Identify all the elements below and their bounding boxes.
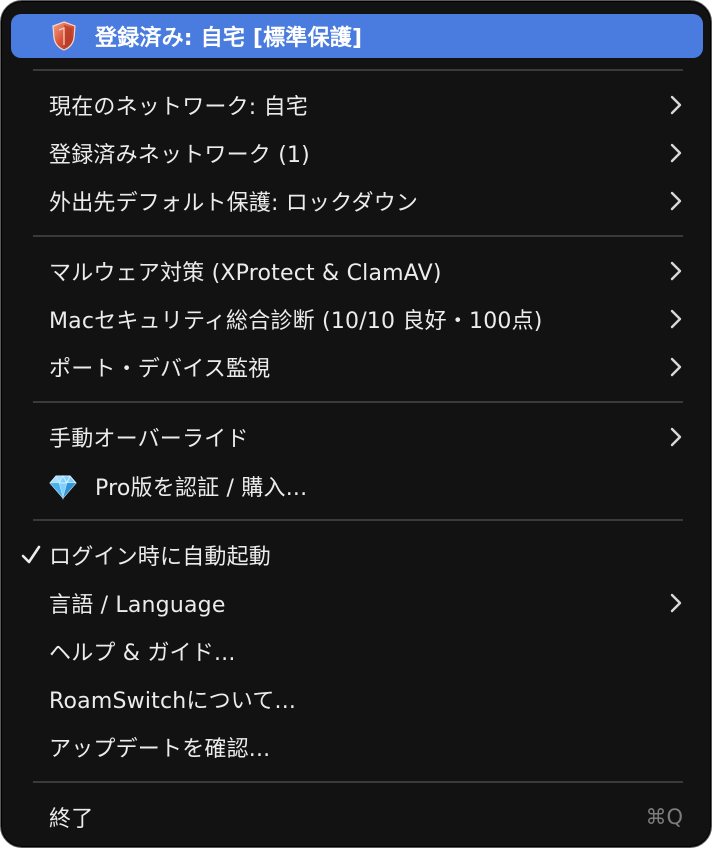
menu-item-quit[interactable]: 終了 ⌘Q xyxy=(11,795,703,839)
menu-item-label: アップデートを確認... xyxy=(49,737,271,762)
menu-item-label: 現在のネットワーク: 自宅 xyxy=(49,95,309,120)
menu-item-check-updates[interactable]: アップデートを確認... xyxy=(11,725,703,769)
menu-item-label: ポート・デバイス監視 xyxy=(49,357,271,382)
menu-item-label: 言語 / Language xyxy=(49,593,226,618)
chevron-right-icon xyxy=(670,593,682,613)
menu-item-port-device-monitor[interactable]: ポート・デバイス監視 xyxy=(11,345,703,389)
separator xyxy=(33,781,683,783)
menu-item-label: ヘルプ & ガイド... xyxy=(49,641,236,666)
chevron-right-icon xyxy=(670,427,682,447)
menu-item-label: Macセキュリティ総合診断 (10/10 良好・100点) xyxy=(49,309,543,334)
chevron-right-icon xyxy=(670,143,682,163)
chevron-right-icon xyxy=(670,191,682,211)
menu-item-malware-protection[interactable]: マルウェア対策 (XProtect & ClamAV) xyxy=(11,249,703,293)
separator xyxy=(33,519,683,521)
separator xyxy=(33,401,683,403)
menu-item-label: 外出先デフォルト保護: ロックダウン xyxy=(49,191,419,216)
menu-item-pro-purchase[interactable]: Pro版を認証 / 購入... xyxy=(11,464,703,508)
chevron-right-icon xyxy=(670,95,682,115)
separator xyxy=(33,69,683,71)
shield-icon xyxy=(52,21,76,51)
menu-item-about[interactable]: RoamSwitchについて... xyxy=(11,677,703,721)
menu-item-label: 終了 xyxy=(49,807,94,832)
chevron-right-icon xyxy=(670,357,682,377)
menu-item-security-diagnosis[interactable]: Macセキュリティ総合診断 (10/10 良好・100点) xyxy=(11,297,703,341)
status-menu: 登録済み: 自宅 [標準保護] 現在のネットワーク: 自宅 登録済みネットワーク… xyxy=(0,0,712,848)
chevron-right-icon xyxy=(670,261,682,281)
menu-item-manual-override[interactable]: 手動オーバーライド xyxy=(11,415,703,459)
menu-item-label: RoamSwitchについて... xyxy=(49,689,297,714)
separator xyxy=(33,235,683,237)
menu-item-launch-at-login[interactable]: ログイン時に自動起動 xyxy=(11,533,703,577)
quit-shortcut: ⌘Q xyxy=(645,805,683,829)
menu-item-language[interactable]: 言語 / Language xyxy=(11,581,703,625)
menu-item-label: ログイン時に自動起動 xyxy=(49,545,272,570)
menu-item-label: 登録済みネットワーク (1) xyxy=(49,143,310,168)
menu-item-default-protection[interactable]: 外出先デフォルト保護: ロックダウン xyxy=(11,179,703,223)
checkmark-icon xyxy=(21,545,41,564)
header-title: 登録済み: 自宅 [標準保護] xyxy=(95,26,363,51)
menu-item-label: Pro版を認証 / 購入... xyxy=(95,476,308,501)
menu-item-label: マルウェア対策 (XProtect & ClamAV) xyxy=(49,261,442,286)
gem-icon xyxy=(49,474,77,500)
menu-item-label: 手動オーバーライド xyxy=(49,427,249,452)
menu-item-registered-networks[interactable]: 登録済みネットワーク (1) xyxy=(11,131,703,175)
menu-item-help-guide[interactable]: ヘルプ & ガイド... xyxy=(11,629,703,673)
menu-item-registered-status[interactable]: 登録済み: 自宅 [標準保護] xyxy=(11,14,703,58)
menu-item-current-network[interactable]: 現在のネットワーク: 自宅 xyxy=(11,83,703,127)
chevron-right-icon xyxy=(670,309,682,329)
